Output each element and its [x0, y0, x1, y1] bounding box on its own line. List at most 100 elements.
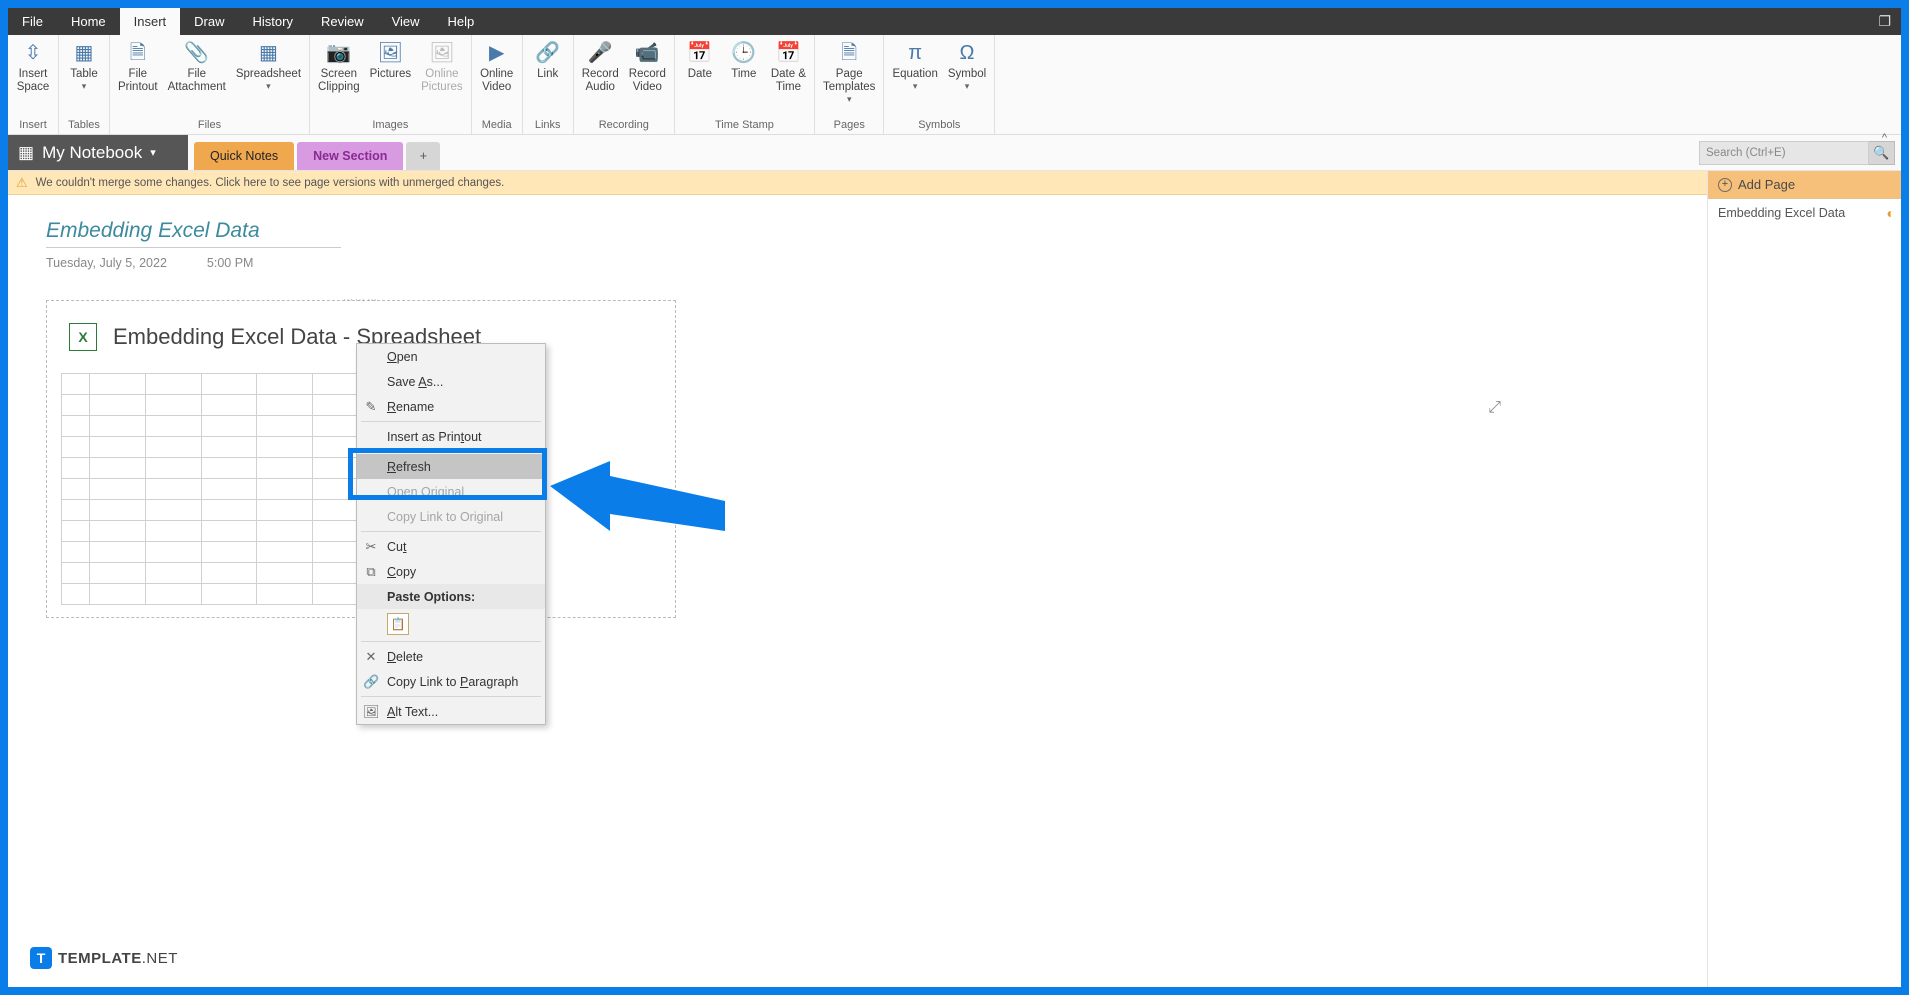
spreadsheet-cell[interactable]	[62, 437, 90, 458]
spreadsheet-cell[interactable]	[202, 437, 258, 458]
spreadsheet-cell[interactable]	[146, 563, 202, 584]
ribbon-equation-button[interactable]: πEquation▾	[888, 37, 941, 95]
menu-help[interactable]: Help	[434, 8, 489, 35]
spreadsheet-cell[interactable]	[62, 458, 90, 479]
expand-page-icon[interactable]: ⤢	[1488, 399, 1501, 417]
spreadsheet-cell[interactable]	[202, 479, 258, 500]
merge-warning-bar[interactable]: ⚠ We couldn't merge some changes. Click …	[8, 171, 1707, 195]
spreadsheet-cell[interactable]	[146, 500, 202, 521]
menu-home[interactable]: Home	[57, 8, 120, 35]
menu-view[interactable]: View	[378, 8, 434, 35]
spreadsheet-cell[interactable]	[146, 542, 202, 563]
ribbon-time-button[interactable]: 🕒Time	[723, 37, 765, 84]
spreadsheet-cell[interactable]	[62, 416, 90, 437]
context-delete[interactable]: ✕Delete	[357, 644, 545, 669]
context-alt-text[interactable]: 🖼Alt Text...	[357, 699, 545, 724]
ribbon-online-video-button[interactable]: ▶Online Video	[476, 37, 518, 97]
tab-add-section[interactable]: +	[406, 142, 440, 170]
spreadsheet-cell[interactable]	[257, 500, 313, 521]
ribbon-screen-clipping-button[interactable]: 📷Screen Clipping	[314, 37, 364, 97]
spreadsheet-cell[interactable]	[146, 416, 202, 437]
spreadsheet-cell[interactable]	[202, 584, 258, 605]
spreadsheet-cell[interactable]	[257, 521, 313, 542]
ribbon-date-button[interactable]: 📅Date	[679, 37, 721, 84]
spreadsheet-cell[interactable]	[146, 395, 202, 416]
spreadsheet-cell[interactable]	[146, 479, 202, 500]
tab-new-section[interactable]: New Section	[297, 142, 403, 170]
page-list-item[interactable]: Embedding Excel Data ◐	[1708, 199, 1901, 227]
spreadsheet-cell[interactable]	[62, 521, 90, 542]
spreadsheet-cell[interactable]	[90, 500, 146, 521]
spreadsheet-cell[interactable]	[62, 374, 90, 395]
page-title[interactable]: Embedding Excel Data	[46, 219, 1707, 243]
embedded-spreadsheet[interactable]	[61, 373, 369, 605]
spreadsheet-cell[interactable]	[202, 395, 258, 416]
context-save-as[interactable]: Save As...	[357, 369, 545, 394]
spreadsheet-cell[interactable]	[257, 395, 313, 416]
spreadsheet-cell[interactable]	[146, 458, 202, 479]
paste-option-button[interactable]: 📋	[387, 613, 409, 635]
search-input[interactable]: Search (Ctrl+E)	[1699, 141, 1869, 165]
spreadsheet-cell[interactable]	[90, 437, 146, 458]
spreadsheet-cell[interactable]	[146, 437, 202, 458]
tab-quick-notes[interactable]: Quick Notes	[194, 142, 294, 170]
context-cut[interactable]: ✂Cut	[357, 534, 545, 559]
ribbon-file-printout-button[interactable]: 🗎File Printout	[114, 37, 162, 97]
ribbon-record-audio-button[interactable]: 🎤Record Audio	[578, 37, 623, 97]
spreadsheet-cell[interactable]	[146, 374, 202, 395]
ribbon-record-video-button[interactable]: 📹Record Video	[625, 37, 670, 97]
spreadsheet-cell[interactable]	[146, 584, 202, 605]
spreadsheet-cell[interactable]	[62, 584, 90, 605]
ribbon-pictures-button[interactable]: 🖼Pictures	[366, 37, 416, 84]
spreadsheet-cell[interactable]	[62, 500, 90, 521]
spreadsheet-cell[interactable]	[257, 542, 313, 563]
spreadsheet-cell[interactable]	[90, 584, 146, 605]
menu-insert[interactable]: Insert	[120, 8, 181, 35]
spreadsheet-cell[interactable]	[202, 458, 258, 479]
spreadsheet-cell[interactable]	[146, 521, 202, 542]
spreadsheet-cell[interactable]	[257, 563, 313, 584]
ribbon-symbol-button[interactable]: ΩSymbol▾	[944, 37, 990, 95]
add-page-button[interactable]: + Add Page	[1708, 171, 1901, 199]
spreadsheet-cell[interactable]	[90, 521, 146, 542]
spreadsheet-cell[interactable]	[90, 395, 146, 416]
spreadsheet-cell[interactable]	[90, 542, 146, 563]
ribbon-insert-space-button[interactable]: ⇳Insert Space	[12, 37, 54, 97]
spreadsheet-cell[interactable]	[90, 416, 146, 437]
menu-draw[interactable]: Draw	[180, 8, 238, 35]
spreadsheet-cell[interactable]	[62, 542, 90, 563]
context-open[interactable]: Open	[357, 344, 545, 369]
spreadsheet-cell[interactable]	[202, 521, 258, 542]
spreadsheet-cell[interactable]	[202, 500, 258, 521]
collapse-ribbon-icon[interactable]: ^	[1882, 132, 1887, 983]
spreadsheet-cell[interactable]	[62, 395, 90, 416]
context-insert-as-printout[interactable]: Insert as Printout	[357, 424, 545, 449]
spreadsheet-cell[interactable]	[90, 563, 146, 584]
container-drag-handle[interactable]: ⋯⋯⋯	[343, 295, 379, 306]
ribbon-spreadsheet-button[interactable]: ▦Spreadsheet▾	[232, 37, 305, 95]
context-refresh[interactable]: Refresh	[357, 454, 545, 479]
spreadsheet-cell[interactable]	[90, 374, 146, 395]
context-copy-link-to-paragraph[interactable]: 🔗Copy Link to Paragraph	[357, 669, 545, 694]
spreadsheet-cell[interactable]	[257, 416, 313, 437]
context-copy[interactable]: ⧉Copy	[357, 559, 545, 584]
spreadsheet-cell[interactable]	[62, 479, 90, 500]
notebook-dropdown[interactable]: ▦ My Notebook ▾	[8, 135, 188, 170]
menu-history[interactable]: History	[239, 8, 307, 35]
menu-file[interactable]: File	[8, 8, 57, 35]
spreadsheet-cell[interactable]	[90, 479, 146, 500]
spreadsheet-cell[interactable]	[202, 416, 258, 437]
menu-review[interactable]: Review	[307, 8, 378, 35]
spreadsheet-cell[interactable]	[257, 584, 313, 605]
spreadsheet-cell[interactable]	[62, 563, 90, 584]
spreadsheet-cell[interactable]	[257, 437, 313, 458]
page-canvas[interactable]: Embedding Excel Data Tuesday, July 5, 20…	[8, 195, 1707, 987]
spreadsheet-cell[interactable]	[202, 563, 258, 584]
spreadsheet-cell[interactable]	[257, 374, 313, 395]
ribbon-page-templates-button[interactable]: 🗎Page Templates▾	[819, 37, 879, 108]
ribbon-datetime-button[interactable]: 📅Date & Time	[767, 37, 810, 97]
window-restore-icon[interactable]: ❐	[1868, 8, 1901, 35]
spreadsheet-cell[interactable]	[90, 458, 146, 479]
excel-file-icon[interactable]	[69, 323, 97, 351]
spreadsheet-cell[interactable]	[202, 374, 258, 395]
